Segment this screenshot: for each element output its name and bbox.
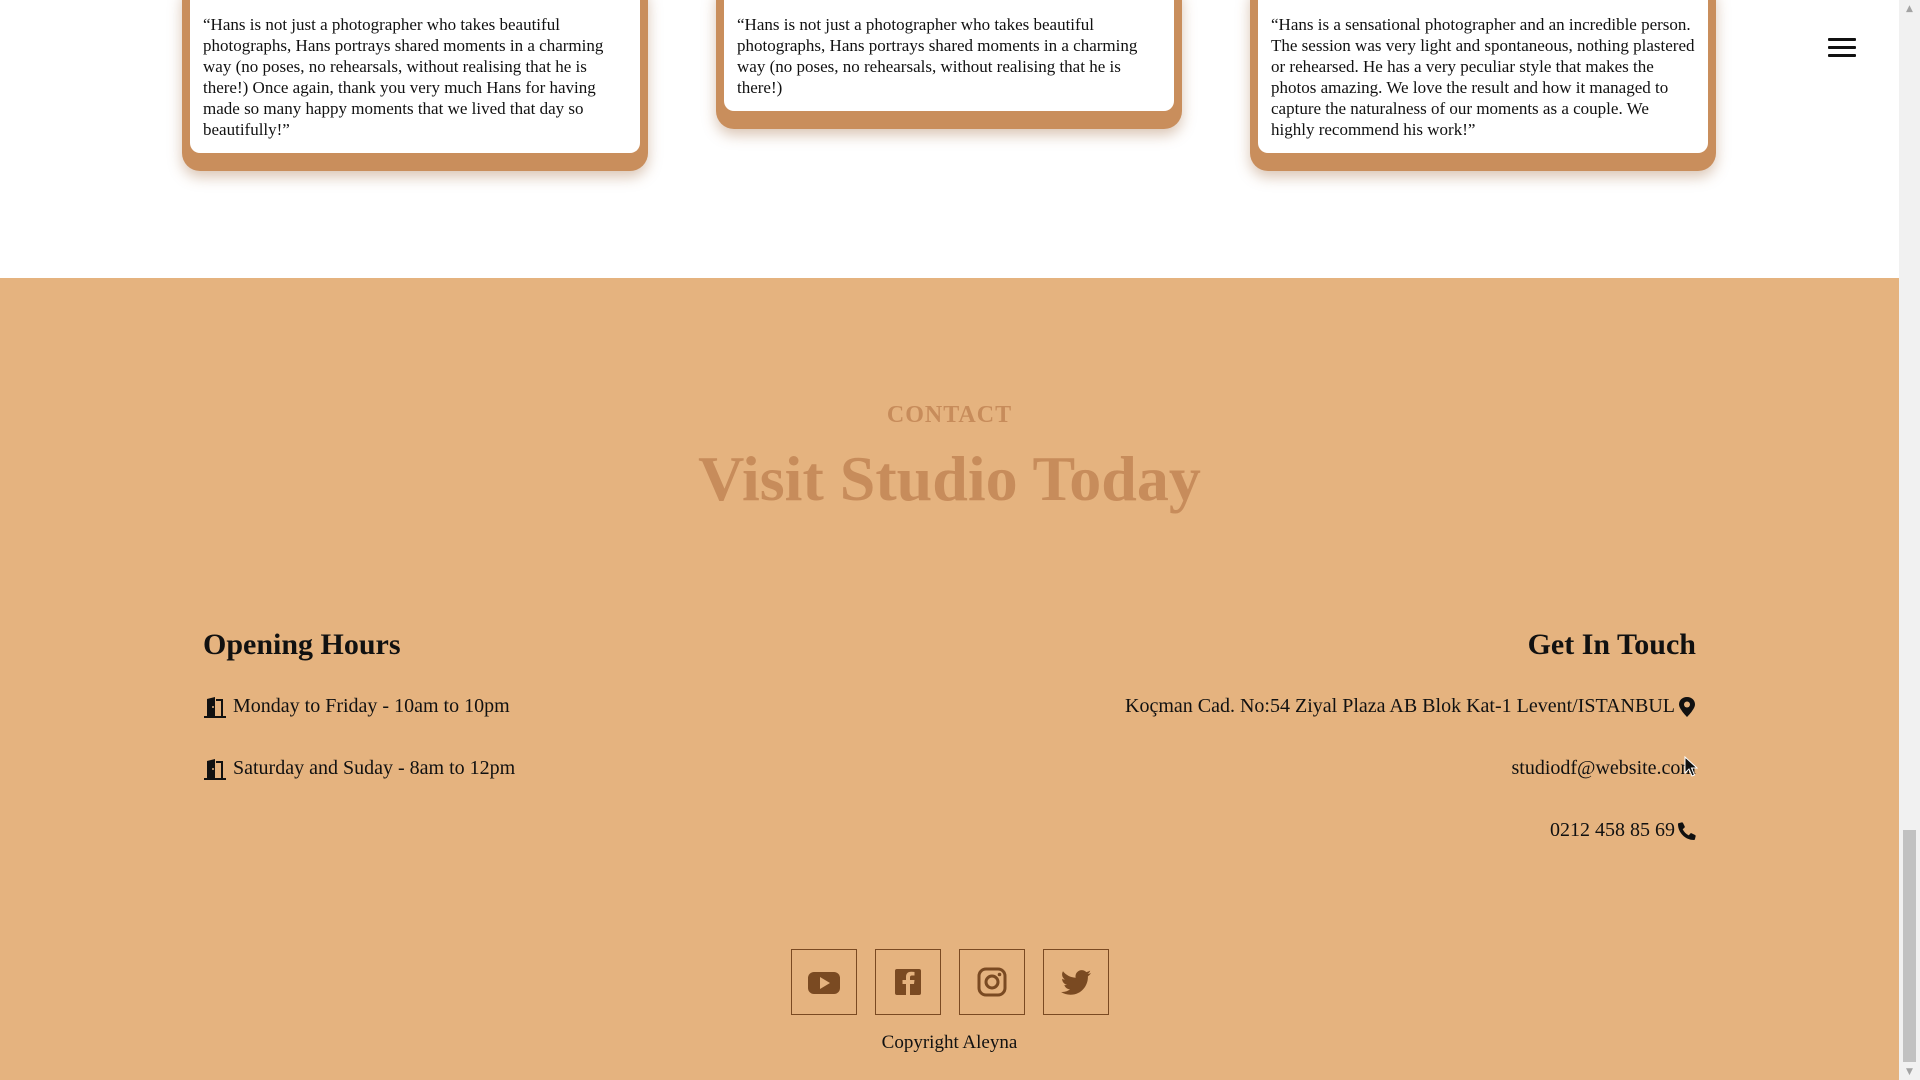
facebook-button[interactable] [874,949,941,1015]
scroll-up-arrow-icon[interactable]: ▲ [1899,0,1920,17]
email-row[interactable]: studiodf@website.com [1511,757,1696,780]
hamburger-menu-icon[interactable] [1828,38,1856,58]
testimonial-card: “Hans is not just a photographer who tak… [190,0,640,153]
opening-hours-text: Monday to Friday - 10am to 10pm [233,695,510,717]
instagram-icon [977,967,1006,997]
address-row: Koçman Cad. No:54 Ziyal Plaza AB Blok Ka… [1125,695,1696,718]
contact-section: CONTACT Visit Studio Today Opening Hours… [0,278,1899,1080]
testimonial-quote: “Hans is not just a photographer who tak… [737,15,1138,97]
opening-hours-text: Saturday and Suday - 8am to 12pm [233,757,516,779]
section-headline: Visit Studio Today [698,443,1201,514]
email-link[interactable]: studiodf@website.com [1511,757,1696,780]
scrollbar-thumb[interactable] [1903,830,1916,1062]
youtube-icon [807,972,840,994]
page: “Hans is not just a photographer who tak… [0,0,1899,1080]
phone-icon [1678,821,1696,840]
map-pin-icon [1679,696,1695,717]
address-text: Koçman Cad. No:54 Ziyal Plaza AB Blok Ka… [1125,695,1675,717]
phone-link[interactable]: 0212 458 85 69 [1550,819,1675,842]
instagram-button[interactable] [958,949,1025,1015]
phone-row[interactable]: 0212 458 85 69 [1550,819,1696,842]
testimonial-quote: “Hans is a sensational photographer and … [1271,15,1695,139]
door-open-icon [204,758,226,780]
twitter-icon [1060,970,1091,995]
testimonial-card: “Hans is a sensational photographer and … [1258,0,1708,153]
opening-hours-title: Opening Hours [203,628,401,661]
copyright-text: Copyright Aleyna [881,1032,1018,1053]
social-links [0,949,1899,1015]
door-open-icon [204,696,226,718]
opening-hours-row: Saturday and Suday - 8am to 12pm [203,757,515,780]
opening-hours-row: Monday to Friday - 10am to 10pm [203,695,510,718]
testimonial-card: “Hans is not just a photographer who tak… [724,0,1174,111]
twitter-button[interactable] [1042,949,1109,1015]
mouse-cursor-icon [1684,756,1698,777]
section-eyebrow: CONTACT [886,402,1013,428]
scroll-down-arrow-icon[interactable]: ▼ [1899,1063,1920,1080]
facebook-icon [894,969,921,995]
get-in-touch-title: Get In Touch [1527,628,1696,661]
youtube-button[interactable] [790,949,857,1015]
testimonials-section: “Hans is not just a photographer who tak… [0,0,1899,278]
testimonial-quote: “Hans is not just a photographer who tak… [203,15,604,139]
vertical-scrollbar[interactable]: ▲ ▼ [1899,0,1920,1080]
